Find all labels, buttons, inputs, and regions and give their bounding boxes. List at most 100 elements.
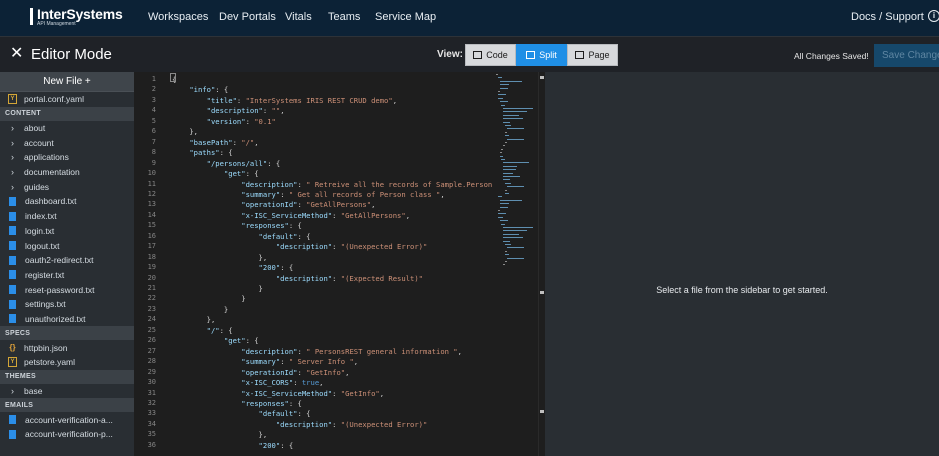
- sidebar-file[interactable]: register.txt: [0, 268, 134, 283]
- view-split-label: Split: [539, 50, 557, 60]
- line-number: 12: [147, 189, 156, 198]
- sidebar-folder[interactable]: › about: [0, 121, 134, 136]
- line-number: 27: [147, 346, 156, 355]
- code-minimap[interactable]: [494, 72, 538, 456]
- code-line: "200": {: [258, 263, 294, 273]
- line-number: 25: [147, 325, 156, 334]
- new-file-button[interactable]: New File +: [0, 72, 134, 92]
- file-list: Yportal.conf.yaml CONTENT › about › account › a…: [0, 92, 134, 442]
- editor-scrollbar[interactable]: [538, 72, 545, 456]
- code-line: "/": {: [206, 325, 233, 335]
- page-icon: [575, 51, 585, 59]
- docs-support-link[interactable]: Docs / Support: [851, 11, 924, 23]
- minimap-line: [503, 111, 527, 113]
- nav-link-teams[interactable]: Teams: [328, 11, 360, 23]
- view-page-button[interactable]: Page: [567, 44, 618, 66]
- sidebar-folder[interactable]: › documentation: [0, 165, 134, 180]
- sidebar-folder[interactable]: › account: [0, 135, 134, 150]
- code-line: "200": {: [258, 440, 294, 450]
- code-line: "description": " PersonsREST general inf…: [241, 346, 462, 356]
- chevron-right-icon: ›: [11, 167, 14, 178]
- code-line: "description": " Retreive all the record…: [241, 179, 494, 189]
- line-number: 23: [147, 304, 156, 313]
- sidebar-folder[interactable]: › applications: [0, 150, 134, 165]
- code-line: "/persons/all": {: [206, 158, 281, 168]
- sidebar-item-label: portal.conf.yaml: [24, 94, 84, 105]
- file-icon: [9, 241, 16, 251]
- minimap-line: [499, 206, 508, 208]
- sidebar-file[interactable]: index.txt: [0, 209, 134, 224]
- sidebar-file[interactable]: reset-password.txt: [0, 282, 134, 297]
- sidebar-file[interactable]: account-verification-p...: [0, 427, 134, 442]
- line-number: 17: [147, 242, 156, 251]
- code-line: "operationId": "GetInfo",: [241, 367, 350, 377]
- save-changes-button[interactable]: Save Changes: [874, 44, 939, 67]
- minimap-line: [503, 114, 519, 116]
- minimap-line: [501, 159, 506, 160]
- nav-link-workspaces[interactable]: Workspaces: [148, 11, 208, 23]
- code-line: "description": "(Unexpected Error)": [275, 419, 428, 429]
- minimap-line: [506, 247, 525, 249]
- code-line: "default": {: [258, 231, 311, 241]
- minimap-line: [506, 186, 525, 188]
- view-label: View:: [437, 49, 463, 60]
- code-line: "description": "",: [206, 106, 285, 116]
- view-code-button[interactable]: Code: [465, 44, 516, 66]
- minimap-line: [503, 172, 513, 174]
- minimap-line: [501, 104, 506, 106]
- nav-link-dev-portals[interactable]: Dev Portals: [219, 11, 276, 23]
- intersystems-logo[interactable]: InterSystems API Management: [30, 7, 123, 29]
- view-split-button[interactable]: Split: [516, 44, 567, 66]
- file-icon: [9, 314, 16, 324]
- nav-link-service-map[interactable]: Service Map: [375, 11, 436, 23]
- line-number: 4: [151, 106, 156, 115]
- sidebar-folder[interactable]: › guides: [0, 179, 134, 194]
- info-icon[interactable]: i: [928, 10, 939, 22]
- sidebar-file[interactable]: unauthorized.txt: [0, 312, 134, 327]
- line-number: 28: [147, 357, 156, 366]
- sidebar-item-label: unauthorized.txt: [25, 313, 86, 324]
- sidebar-file[interactable]: dashboard.txt: [0, 194, 134, 209]
- line-number-gutter: 1 2 3 4 5 6 7 8 9 10 11 12 13 14 15 16 17 18 19 20 21 22 23 24 2…: [134, 72, 170, 456]
- page-title: Editor Mode: [31, 46, 112, 63]
- sidebar-file[interactable]: settings.txt: [0, 297, 134, 312]
- sidebar-file[interactable]: Ypetstore.yaml: [0, 355, 134, 370]
- sidebar-file[interactable]: account-verification-a...: [0, 412, 134, 427]
- sidebar-file[interactable]: oauth2-redirect.txt: [0, 253, 134, 268]
- minimap-line: [499, 84, 509, 86]
- sidebar-file[interactable]: {} httpbin.json: [0, 340, 134, 355]
- chevron-right-icon: ›: [11, 137, 14, 148]
- minimap-line: [497, 94, 506, 96]
- code-line: "info": {: [189, 85, 229, 95]
- view-code-label: Code: [486, 50, 508, 60]
- line-number: 9: [151, 158, 156, 167]
- line-number: 5: [151, 116, 156, 125]
- line-number: 6: [151, 127, 156, 136]
- code-editor[interactable]: { "info": { "title": "InterSystems IRIS …: [170, 72, 494, 456]
- minimap-line: [503, 264, 506, 266]
- sidebar-file[interactable]: login.txt: [0, 224, 134, 239]
- code-line: "paths": {: [189, 148, 233, 158]
- minimap-line: [497, 216, 503, 218]
- scroll-marker: [540, 76, 544, 79]
- minimap-line: [503, 179, 511, 181]
- minimap-line: [503, 176, 520, 177]
- sidebar-folder[interactable]: › base: [0, 384, 134, 399]
- line-number: 1: [151, 75, 156, 83]
- chevron-right-icon: ›: [11, 181, 14, 192]
- nav-link-vitals[interactable]: Vitals: [285, 11, 312, 23]
- minimap-line: [505, 131, 507, 133]
- line-number: 11: [147, 179, 156, 188]
- minimap-line: [503, 237, 523, 239]
- close-icon[interactable]: ✕: [10, 46, 24, 62]
- sidebar-file[interactable]: Yportal.conf.yaml: [0, 92, 134, 107]
- line-number: 19: [147, 263, 156, 272]
- code-line: "summary": " Get all records of Person c…: [241, 189, 445, 199]
- scroll-marker: [540, 291, 544, 294]
- editor-header: ✕ Editor Mode View: Code Split Page All …: [0, 36, 939, 72]
- code-line: "description": "(Expected Result)": [275, 273, 423, 283]
- sidebar-file[interactable]: logout.txt: [0, 238, 134, 253]
- line-number: 31: [147, 388, 156, 397]
- sidebar-section-header: THEMES: [0, 369, 134, 384]
- code-line: }: [172, 304, 229, 314]
